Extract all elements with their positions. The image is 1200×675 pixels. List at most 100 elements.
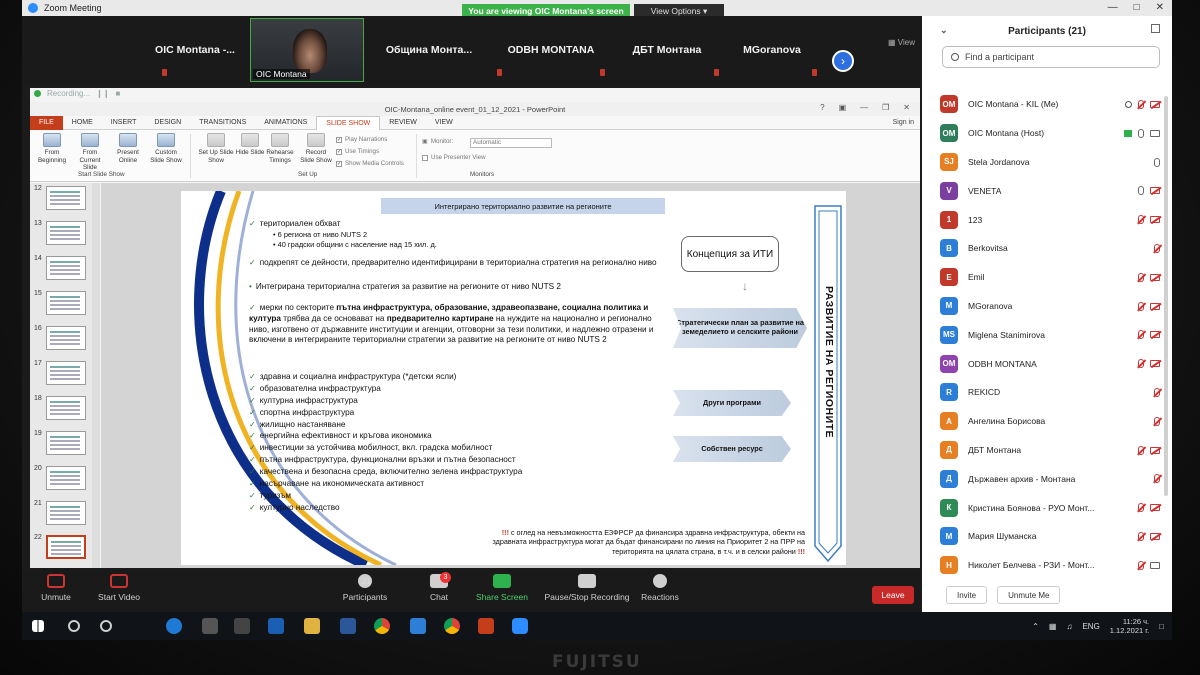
chevron-down-icon[interactable]: ⌄	[940, 25, 948, 36]
chrome-icon[interactable]	[374, 618, 390, 634]
task-view-icon[interactable]	[100, 620, 112, 632]
gallery-tile[interactable]: MGoranova	[722, 18, 822, 82]
slide-thumbnail[interactable]: 19	[30, 428, 100, 464]
participants-button[interactable]: 21 Participants	[340, 574, 390, 602]
participant-row[interactable]: SJ Stela Jordanova	[940, 148, 1160, 177]
tab-view[interactable]: VIEW	[426, 116, 462, 130]
network-icon[interactable]: ▦	[1049, 622, 1057, 631]
present-online-button[interactable]: Present Online	[110, 133, 146, 164]
show-media-checkbox[interactable]: ✓ Show Media Controls	[336, 160, 404, 167]
gallery-tile[interactable]: ODBH MONTANA	[492, 18, 610, 82]
start-video-button[interactable]: Start Video	[94, 574, 144, 602]
participant-row[interactable]: M MGoranova	[940, 292, 1160, 321]
participant-row[interactable]: OM OIC Montana (Host)	[940, 119, 1160, 148]
slide-thumbnail[interactable]: 14	[30, 253, 100, 289]
tray-chevron-icon[interactable]: ⌃	[1032, 622, 1039, 631]
tab-home[interactable]: HOME	[63, 116, 102, 130]
from-current-button[interactable]: From Current Slide	[72, 133, 108, 172]
tab-design[interactable]: DESIGN	[145, 116, 190, 130]
participant-row[interactable]: E Emil	[940, 263, 1160, 292]
chrome-icon[interactable]	[444, 618, 460, 634]
windows-start-icon[interactable]	[32, 620, 44, 632]
slide-thumbnail-selected[interactable]: 22	[30, 532, 100, 568]
minimize-icon[interactable]: —	[1108, 2, 1118, 13]
zoom-icon[interactable]	[512, 618, 528, 634]
monitor-select[interactable]: Automatic	[470, 138, 552, 148]
participant-row[interactable]: MS Miglena Stanimirova	[940, 320, 1160, 349]
minimize-icon[interactable]: —	[860, 103, 868, 112]
rehearse-timings-button[interactable]: Rehearse Timings	[262, 133, 298, 164]
stop-recording-icon[interactable]: ■	[116, 89, 121, 98]
participant-row[interactable]: 1 123	[940, 205, 1160, 234]
search-icon[interactable]	[68, 620, 80, 632]
gallery-tile[interactable]: Община Монта...	[370, 18, 488, 82]
edge-icon[interactable]	[166, 618, 182, 634]
gallery-tile[interactable]: ДБТ Монтана	[612, 18, 722, 82]
restore-icon[interactable]: ❐	[882, 103, 889, 112]
unmute-button[interactable]: Unmute	[36, 574, 76, 602]
custom-show-button[interactable]: Custom Slide Show	[148, 133, 184, 164]
tab-transitions[interactable]: TRANSITIONS	[190, 116, 255, 130]
participant-row[interactable]: B Berkovitsa	[940, 234, 1160, 263]
slide-thumbnail[interactable]: 18	[30, 393, 100, 429]
tab-animations[interactable]: ANIMATIONS	[255, 116, 316, 130]
tab-file[interactable]: FILE	[30, 116, 63, 130]
slide-thumbnail[interactable]: 12	[30, 183, 100, 219]
media-player-icon[interactable]	[234, 618, 250, 634]
presenter-view-checkbox[interactable]: Use Presenter View	[422, 154, 486, 161]
outlook-icon[interactable]	[268, 618, 284, 634]
tab-review[interactable]: REVIEW	[380, 116, 426, 130]
slide-thumbnail[interactable]: 13	[30, 218, 100, 254]
participant-row[interactable]: Д ДБТ Монтана	[940, 436, 1160, 465]
record-slideshow-button[interactable]: Record Slide Show	[298, 133, 334, 164]
maximize-icon[interactable]: □	[1134, 2, 1140, 13]
tab-slide-show[interactable]: SLIDE SHOW	[316, 116, 381, 130]
ribbon-display-icon[interactable]: ▣	[839, 103, 847, 112]
participant-row[interactable]: OM OIC Montana - KIL (Me)	[940, 90, 1160, 119]
gallery-tile-video[interactable]: OIC Montana	[250, 18, 364, 82]
word-icon[interactable]	[340, 618, 356, 634]
slide-thumbnail[interactable]: 15	[30, 288, 100, 324]
slide-thumbnail[interactable]: 16	[30, 323, 100, 359]
participant-row[interactable]: R REKICD	[940, 378, 1160, 407]
tab-insert[interactable]: INSERT	[102, 116, 146, 130]
participant-row[interactable]: К Кристина Боянова - РУО Монт...	[940, 493, 1160, 522]
app-icon[interactable]	[202, 618, 218, 634]
panel-scrollbar[interactable]	[1164, 96, 1168, 496]
unmute-me-button[interactable]: Unmute Me	[997, 586, 1061, 604]
participant-row[interactable]: V VENETA	[940, 176, 1160, 205]
sign-in-link[interactable]: Sign in	[893, 119, 914, 126]
help-icon[interactable]: ?	[820, 103, 824, 112]
close-icon[interactable]: ✕	[1156, 2, 1164, 13]
gallery-view-button[interactable]: ▦ View	[888, 38, 915, 47]
reactions-button[interactable]: Reactions	[640, 574, 680, 602]
set-up-slideshow-button[interactable]: Set Up Slide Show	[198, 133, 234, 164]
slide-thumbnail[interactable]: 17	[30, 358, 100, 394]
leave-button[interactable]: Leave	[872, 586, 914, 604]
powerpoint-icon[interactable]	[478, 618, 494, 634]
chat-button[interactable]: 3 Chat	[424, 572, 454, 602]
calendar-icon[interactable]	[410, 618, 426, 634]
pause-recording-icon[interactable]: ❙❙	[96, 89, 109, 98]
clock[interactable]: 11:26 ч. 1.12.2021 г.	[1110, 617, 1149, 635]
file-explorer-icon[interactable]	[304, 618, 320, 634]
participant-row[interactable]: М Мария Шуманска	[940, 522, 1160, 551]
participant-search-input[interactable]: Find a participant	[942, 46, 1160, 68]
slide-thumbnail[interactable]: 20	[30, 463, 100, 499]
use-timings-checkbox[interactable]: ✓ Use Timings	[336, 148, 379, 155]
participant-row[interactable]: OM ODBH MONTANA	[940, 349, 1160, 378]
share-screen-button[interactable]: Share Screen	[474, 574, 530, 602]
next-page-arrow-icon[interactable]: ›	[832, 50, 854, 72]
participant-row[interactable]: Н Николет Белчева - РЗИ - Монт...	[940, 551, 1160, 580]
notifications-icon[interactable]: □	[1159, 622, 1164, 631]
thumbnails-scrollbar[interactable]	[92, 183, 100, 568]
pause-recording-button[interactable]: Pause/Stop Recording	[542, 574, 632, 602]
participant-row[interactable]: Д Държавен архив - Монтана	[940, 464, 1160, 493]
gallery-tile[interactable]: OIC Montana -...	[140, 18, 250, 82]
play-narrations-checkbox[interactable]: ✓ Play Narrations	[336, 136, 387, 143]
slide-thumbnail[interactable]: 21	[30, 498, 100, 534]
language-indicator[interactable]: ENG	[1082, 622, 1099, 631]
from-beginning-button[interactable]: From Beginning	[34, 133, 70, 164]
close-icon[interactable]: ✕	[903, 103, 910, 112]
participant-row[interactable]: А Ангелина Борисова	[940, 407, 1160, 436]
